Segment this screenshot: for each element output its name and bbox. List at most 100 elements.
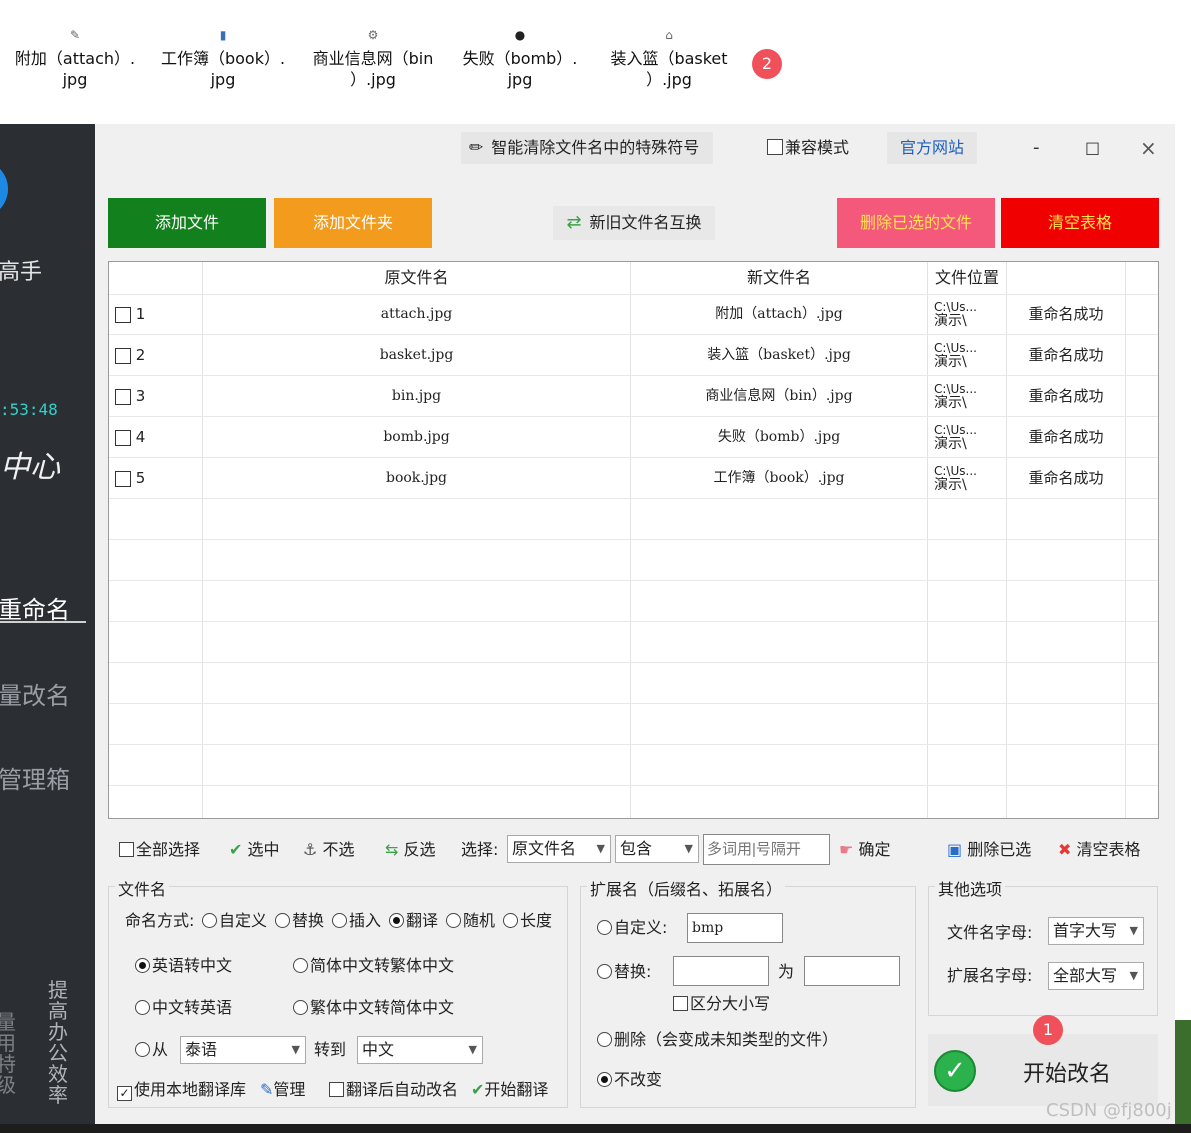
field-select-value: 原文件名 [512, 839, 577, 858]
bomb-file-icon: ● [514, 28, 526, 42]
file-item-attach[interactable]: ✎ 附加（attach）. jpg [5, 28, 145, 90]
radio-insert[interactable] [332, 913, 347, 928]
zh-to-en-radio[interactable]: 中文转英语 [135, 996, 232, 1020]
radio-zh-to-en[interactable] [135, 1000, 150, 1015]
swap-names-button[interactable]: ⇄ 新旧文件名互换 [553, 206, 715, 240]
row-checkbox[interactable] [115, 388, 131, 405]
row-select[interactable]: 1 [115, 294, 145, 334]
book-file-icon: ▮ [219, 28, 227, 42]
col-divider [1125, 262, 1126, 818]
delete-selected-label: 删除已选 [967, 840, 1032, 859]
col-header-new[interactable]: 新文件名 [631, 262, 927, 294]
row-checkbox[interactable] [115, 429, 131, 446]
auto-rename-checkbox[interactable]: 翻译后自动改名 [329, 1078, 458, 1102]
select-all-box[interactable] [119, 842, 134, 857]
maximize-button[interactable]: □ [1085, 132, 1100, 164]
official-website-link[interactable]: 官方网站 [887, 132, 977, 164]
active-underline [0, 621, 86, 623]
row-select[interactable]: 2 [115, 335, 145, 375]
compat-mode-box[interactable] [767, 139, 783, 155]
radio-random[interactable] [446, 913, 461, 928]
radio-ext-custom[interactable] [597, 920, 612, 935]
file-item-book[interactable]: ▮ 工作簿（book）. jpg [153, 28, 293, 90]
deselect-button[interactable]: ⚓ 不选 [303, 836, 354, 864]
sidebar-item-batch-rename[interactable]: 量改名 [0, 676, 70, 711]
close-button[interactable]: × [1140, 132, 1157, 164]
file-item-bin[interactable]: ⚙ 商业信息网（bin ）.jpg [303, 28, 443, 90]
radio-trad-to-simp[interactable] [293, 1000, 308, 1015]
compat-mode-checkbox[interactable]: 兼容模式 [767, 132, 849, 164]
from-radio[interactable]: 从 [135, 1038, 168, 1062]
minimize-button[interactable]: - [1033, 132, 1040, 164]
local-library-checkbox[interactable]: ✓ 使用本地翻译库 [117, 1078, 246, 1102]
mode-random-radio[interactable]: 随机 [446, 909, 495, 933]
row-checkbox[interactable] [115, 470, 131, 487]
col-header-location[interactable]: 文件位置 [928, 262, 1006, 294]
row-checkbox[interactable] [115, 306, 131, 323]
match-select[interactable]: 包含 ▼ [615, 835, 699, 863]
radio-simp-to-trad[interactable] [293, 958, 308, 973]
radio-ext-replace[interactable] [597, 964, 612, 979]
start-translate-button[interactable]: ✔开始翻译 [471, 1078, 548, 1102]
confirm-filter-button[interactable]: ☛ 确定 [839, 836, 890, 864]
case-sensitive-box[interactable] [673, 996, 688, 1011]
confirm-label: 确定 [858, 840, 891, 859]
manage-library-button[interactable]: ✎管理 [260, 1078, 305, 1102]
trad-to-simp-radio[interactable]: 繁体中文转简体中文 [293, 996, 454, 1020]
radio-ext-delete[interactable] [597, 1032, 612, 1047]
radio-from[interactable] [135, 1042, 150, 1057]
mode-translate-radio[interactable]: 翻译 [389, 909, 438, 933]
mode-custom-radio[interactable]: 自定义 [202, 909, 267, 933]
mode-replace-radio[interactable]: 替换 [275, 909, 324, 933]
from-label: 从 [152, 1040, 169, 1059]
ext-replace-from-input[interactable] [673, 956, 769, 986]
name-case-select[interactable]: 首字大写 ▼ [1048, 917, 1144, 945]
add-folder-button[interactable]: 添加文件夹 [274, 198, 432, 248]
sidebar-item-toolbox[interactable]: 管理箱 [0, 760, 70, 795]
add-file-button[interactable]: 添加文件 [108, 198, 266, 248]
ext-replace-radio[interactable]: 替换: [597, 960, 651, 984]
from-language-select[interactable]: 泰语 ▼ [180, 1036, 306, 1064]
clear-table-button[interactable]: 清空表格 [1001, 198, 1159, 248]
select-button[interactable]: ✔ 选中 [229, 836, 280, 864]
invert-selection-button[interactable]: ⇆ 反选 [385, 836, 436, 864]
ext-delete-radio[interactable]: 删除（会变成未知类型的文件） [597, 1028, 838, 1052]
select-all-checkbox[interactable]: 全部选择 [119, 836, 200, 864]
ext-custom-radio[interactable]: 自定义: [597, 916, 667, 940]
radio-en-to-zh[interactable] [135, 958, 150, 973]
clean-special-chars-button[interactable]: ✏ 智能清除文件名中的特殊符号 [461, 132, 713, 164]
mode-length-radio[interactable]: 长度 [503, 909, 552, 933]
ext-replace-to-input[interactable] [804, 956, 900, 986]
radio-replace[interactable] [275, 913, 290, 928]
delete-selected-files-button[interactable]: 删除已选的文件 [837, 198, 995, 248]
ext-case-select[interactable]: 全部大写 ▼ [1048, 962, 1144, 990]
file-item-bomb[interactable]: ● 失败（bomb）. jpg [450, 28, 590, 90]
keywords-input[interactable] [703, 834, 830, 865]
check-circle-icon: ✔ [471, 1080, 485, 1099]
row-select[interactable]: 5 [115, 458, 145, 498]
radio-length[interactable] [503, 913, 518, 928]
to-language-select[interactable]: 中文 ▼ [357, 1036, 483, 1064]
radio-custom[interactable] [202, 913, 217, 928]
auto-rename-box[interactable] [329, 1082, 344, 1097]
row-select[interactable]: 4 [115, 417, 145, 457]
ext-nochange-radio[interactable]: 不改变 [597, 1068, 662, 1092]
row-checkbox[interactable] [115, 347, 131, 364]
start-rename-button[interactable]: ✓ 开始改名 [928, 1034, 1158, 1106]
mode-insert-radio[interactable]: 插入 [332, 909, 381, 933]
case-sensitive-checkbox[interactable]: 区分大小写 [673, 992, 770, 1016]
clear-table-small-button[interactable]: ✖ 清空表格 [1058, 836, 1141, 864]
file-item-basket[interactable]: ⌂ 装入篮（basket ）.jpg [599, 28, 739, 90]
row-select[interactable]: 3 [115, 376, 145, 416]
en-to-zh-radio[interactable]: 英语转中文 [135, 954, 232, 978]
field-select[interactable]: 原文件名 ▼ [507, 835, 611, 863]
radio-ext-nochange[interactable] [597, 1072, 612, 1087]
local-library-box[interactable]: ✓ [117, 1086, 132, 1101]
sidebar-item-rename[interactable]: 重命名 [0, 590, 70, 625]
delete-selected-button[interactable]: ▣ 删除已选 [947, 836, 1031, 864]
col-header-original[interactable]: 原文件名 [203, 262, 630, 294]
simp-to-trad-radio[interactable]: 简体中文转繁体中文 [293, 954, 454, 978]
radio-translate[interactable] [389, 913, 404, 928]
ext-custom-input[interactable]: bmp [687, 913, 783, 943]
to-language-value: 中文 [362, 1040, 395, 1059]
